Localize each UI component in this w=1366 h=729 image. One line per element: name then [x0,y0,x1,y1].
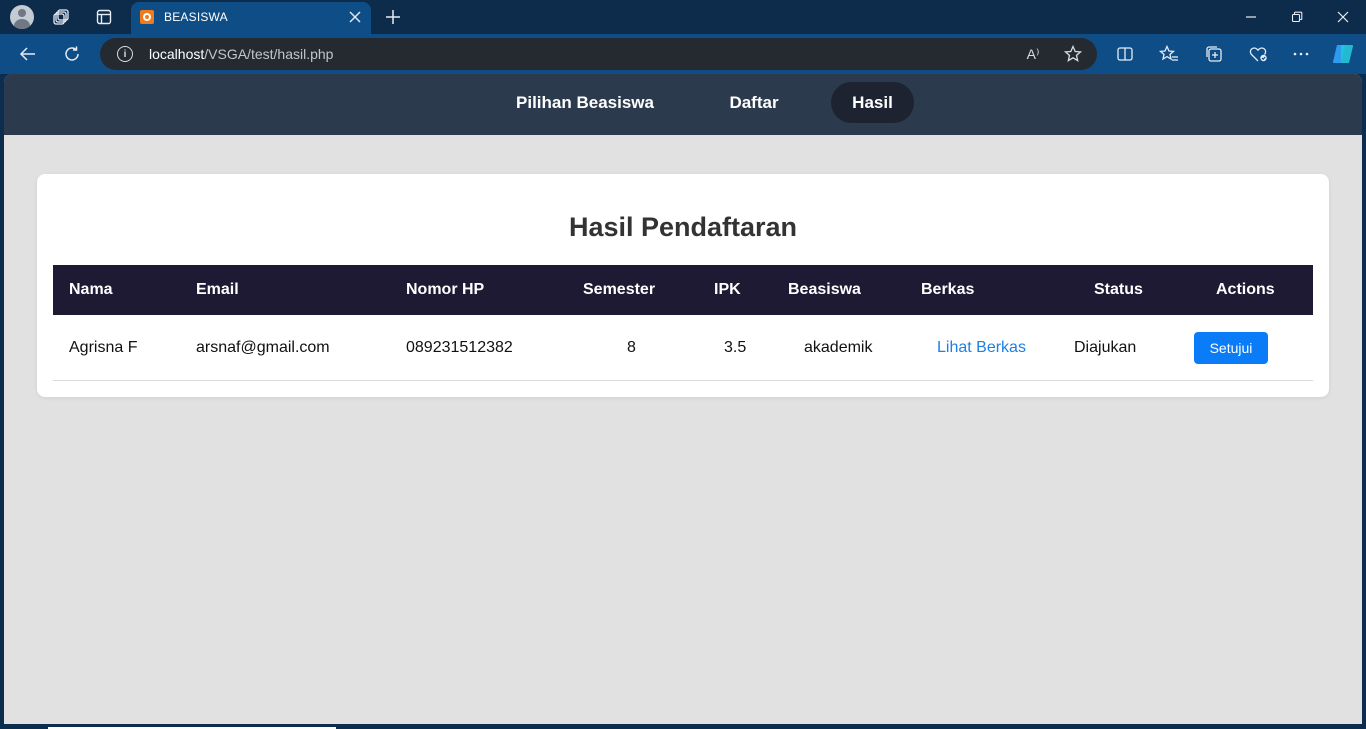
column-header-nama: Nama [69,281,113,298]
column-header-actions: Actions [1216,281,1275,298]
new-tab-icon[interactable] [381,5,405,29]
cell-nomor-hp: 089231512382 [406,339,513,356]
xampp-favicon-icon [140,10,154,24]
restore-icon[interactable] [1274,0,1320,34]
close-tab-icon[interactable] [347,9,363,25]
browser-title-bar: BEASISWA [0,0,1366,34]
favorite-star-icon[interactable] [1061,42,1085,66]
site-navbar: Pilihan Beasiswa Daftar Hasil [4,74,1362,135]
browser-essentials-icon[interactable] [1247,42,1271,66]
url-text: localhost/VSGA/test/hasil.php [149,46,334,62]
setujui-button[interactable]: Setujui [1194,332,1268,364]
cell-ipk: 3.5 [724,339,747,356]
minimize-icon[interactable] [1228,0,1274,34]
site-info-icon[interactable]: i [117,46,133,62]
column-header-nomor-hp: Nomor HP [406,281,485,298]
read-aloud-icon[interactable]: A⁾ [1021,42,1045,66]
address-bar[interactable]: i localhost/VSGA/test/hasil.php A⁾ [100,38,1097,70]
column-header-berkas: Berkas [921,281,975,298]
table-header-row: Nama Email Nomor HP Semester IPK Beasisw… [53,265,1313,315]
tab-title: BEASISWA [164,10,228,24]
results-table: Nama Email Nomor HP Semester IPK Beasisw… [53,265,1313,381]
workspaces-icon[interactable] [50,5,74,29]
column-header-ipk: IPK [714,281,741,298]
browser-tab-active[interactable]: BEASISWA [131,2,371,34]
browser-toolbar: i localhost/VSGA/test/hasil.php A⁾ [0,34,1366,74]
nav-daftar[interactable]: Daftar [714,82,794,124]
column-header-status: Status [1094,281,1143,298]
page-viewport: Pilihan Beasiswa Daftar Hasil Hasil Pend… [4,74,1362,724]
nav-hasil[interactable]: Hasil [831,82,914,123]
nav-pilihan-beasiswa[interactable]: Pilihan Beasiswa [496,82,674,124]
column-header-beasiswa: Beasiswa [788,281,861,298]
cell-email: arsnaf@gmail.com [196,339,330,356]
bottom-edge-strip [0,724,1366,729]
close-window-icon[interactable] [1320,0,1366,34]
cell-semester: 8 [627,339,636,356]
refresh-icon[interactable] [60,42,84,66]
tab-actions-icon[interactable] [92,5,116,29]
cell-beasiswa: akademik [804,339,873,356]
more-icon[interactable] [1289,42,1313,66]
copilot-icon[interactable] [1331,42,1355,66]
favorites-icon[interactable] [1157,42,1181,66]
column-header-email: Email [196,281,239,298]
status-value: Diajukan [1074,339,1137,356]
column-header-semester: Semester [583,281,656,298]
split-screen-icon[interactable] [1113,42,1137,66]
lihat-berkas-link[interactable]: Lihat Berkas [937,315,1026,381]
collections-icon[interactable] [1202,42,1226,66]
back-icon[interactable] [16,42,40,66]
cell-nama: Agrisna F [69,339,138,356]
page-title: Hasil Pendaftaran [568,212,798,242]
profile-avatar[interactable] [10,5,34,29]
table-row: Agrisna F arsnaf@gmail.com 089231512382 … [53,315,1313,381]
results-card: Hasil Pendaftaran Nama Email Nomor HP Se… [37,174,1329,397]
